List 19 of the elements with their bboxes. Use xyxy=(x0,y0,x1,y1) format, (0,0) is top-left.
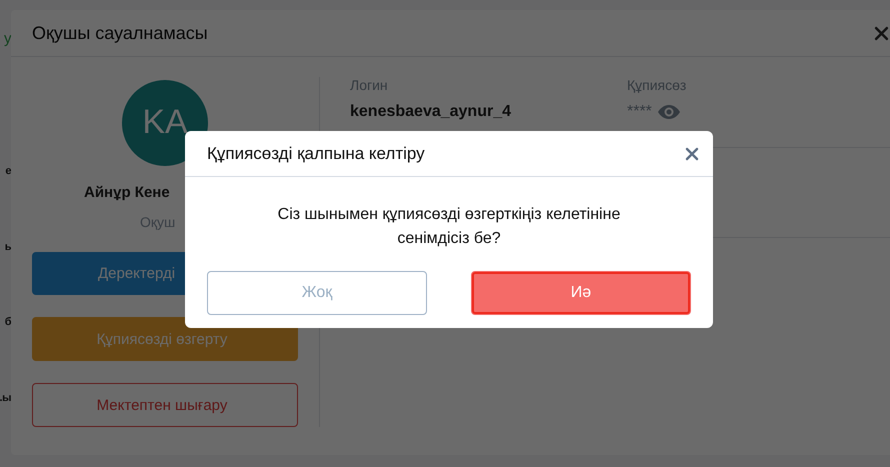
confirm-button[interactable]: Иә xyxy=(471,271,691,315)
confirm-message: Сіз шынымен құпиясөзді өзгерткіңіз келетініне сенімдісіз бе? xyxy=(276,205,622,249)
cancel-button[interactable]: Жоқ xyxy=(207,271,427,315)
row-label: ь xyxy=(4,240,11,255)
field-value: kenesbaeva_aynur_4 xyxy=(350,103,511,121)
row-label: е xyxy=(5,165,11,180)
tab-label: у xyxy=(4,30,11,49)
eye-icon[interactable] xyxy=(658,105,680,119)
close-button[interactable] xyxy=(685,146,699,160)
close-button[interactable] xyxy=(874,26,889,40)
close-icon xyxy=(685,146,699,160)
row-label: б xyxy=(4,316,11,330)
modal-title: Оқушы сауалнамасы xyxy=(32,22,208,44)
dialog-title: Құпиясөзді қалпына келтіру xyxy=(207,144,425,164)
action-button[interactable]: Мектептен шығару xyxy=(32,383,298,428)
student-name: Айнұр Кене xyxy=(84,184,170,201)
close-icon xyxy=(874,26,889,40)
row-label: ы. xyxy=(0,392,11,406)
field-value: **** xyxy=(627,103,652,121)
